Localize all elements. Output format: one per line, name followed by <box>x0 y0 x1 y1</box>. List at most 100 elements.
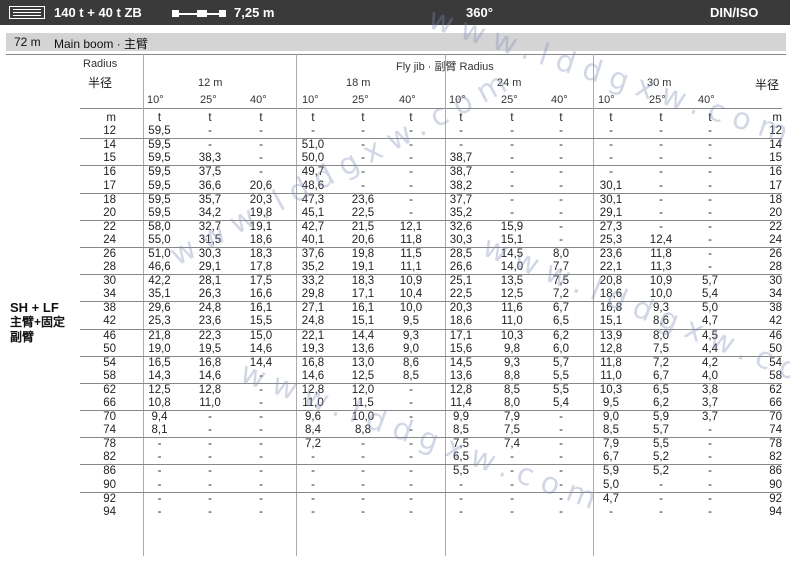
table-cell: 34 <box>103 288 116 301</box>
table-cell: 62 <box>80 382 134 397</box>
table-cell: m <box>772 112 782 125</box>
table-cell: - <box>259 369 263 382</box>
angle-header: 25° <box>352 94 369 106</box>
table-cell: 38,7 <box>435 165 487 180</box>
boom-label: Main boom · 主臂 <box>54 37 149 51</box>
table-cell: - <box>685 464 735 479</box>
table-cell: 42,7 <box>287 219 339 234</box>
table-cell: - <box>537 410 585 425</box>
table-cell: 58 <box>103 369 116 382</box>
table-cell: 9,3 <box>637 301 685 316</box>
table-cell: 12,0 <box>339 382 387 397</box>
table-cell: 10,0 <box>339 410 387 425</box>
radius-label-cn-right: 半径 <box>755 78 780 92</box>
table-cell: - <box>659 505 663 518</box>
table-cell: 12,5 <box>500 288 524 301</box>
table-cell: - <box>559 206 563 219</box>
table-cell: 59,5 <box>148 179 171 192</box>
table-cell: - <box>311 451 315 464</box>
table-cell: 5,5 <box>537 382 585 397</box>
table-cell: - <box>259 424 263 437</box>
table-cell: 10,9 <box>637 274 685 289</box>
table-cell: 12,8 <box>599 342 623 355</box>
table-cell: - <box>685 192 735 207</box>
table-cell: t <box>259 112 263 125</box>
table-cell: 35,2 <box>449 206 473 219</box>
table-cell: 10,8 <box>148 397 171 410</box>
table-cell: 19,8 <box>249 206 273 219</box>
table-cell: 62 <box>735 382 782 397</box>
table-cell: 8,1 <box>151 424 168 437</box>
table-cell: - <box>157 478 162 491</box>
angle-header: 25° <box>649 94 666 106</box>
table-row: 92- - - - - - - - -4,7- -92 <box>80 491 782 506</box>
table-cell: - <box>559 125 563 138</box>
table-cell: - <box>637 138 685 153</box>
table-row: 22 58,0 32,7 19,1 42,7 21,5 12,1 32,6 15,9-27,3-… <box>80 219 782 234</box>
table-cell: - <box>185 437 235 452</box>
table-cell: - <box>685 246 735 262</box>
table-cell: - <box>361 125 365 138</box>
table-cell: 32,7 <box>185 219 235 234</box>
table-cell: 9,4 <box>134 410 185 425</box>
table-cell: 12 <box>103 125 116 138</box>
capacity-label: 140 t + 40 t ZB <box>54 5 142 20</box>
table-cell: 21,5 <box>339 219 387 234</box>
table-cell: - <box>559 451 563 464</box>
table-cell: - <box>235 410 287 425</box>
table-cell: 22,5 <box>449 288 473 301</box>
table-cell: 7,4 <box>487 437 537 452</box>
table-cell: - <box>387 382 435 397</box>
table-cell: 59,5 <box>148 206 171 219</box>
angle-header: 25° <box>501 94 518 106</box>
table-cell: 16,6 <box>249 288 273 301</box>
table-cell: - <box>208 478 212 491</box>
table-cell: 32,6 <box>435 219 487 234</box>
table-cell: 49,7 <box>287 165 339 180</box>
table-cell: 9,3 <box>487 355 537 370</box>
table-cell: 18,6 <box>599 288 623 301</box>
table-cell: - <box>134 491 185 506</box>
table-cell: - <box>708 206 712 219</box>
table-cell: 35,1 <box>148 288 171 301</box>
table-cell: 7,5 <box>504 424 520 437</box>
table-cell: 46 <box>735 328 782 343</box>
table-cell: 22 <box>735 219 782 234</box>
table-cell: 8,6 <box>653 315 669 328</box>
table-cell: - <box>287 464 339 479</box>
table-cell: - <box>685 437 735 452</box>
table-row: 82 - - - - - - 6,5 - - 6,7 5,2 - 82 <box>80 451 782 465</box>
table-cell: 3,8 <box>685 382 735 397</box>
table-cell: 14,5 <box>487 246 537 262</box>
table-cell: 18 <box>80 192 134 207</box>
table-cell: - <box>559 505 563 518</box>
table-cell: 11,0 <box>199 397 221 410</box>
table-cell: 20,3 <box>435 301 487 316</box>
table-cell: 10,3 <box>487 328 537 343</box>
table-cell: 46 <box>80 328 134 343</box>
table-cell: 51,0 <box>287 138 339 153</box>
table-row: 18 59,5 35,7 20,3 47,3 23,6-37,7- -30,1- -18 <box>80 192 782 207</box>
table-cell: 38 <box>80 301 134 316</box>
angle-header: 10° <box>598 94 615 106</box>
table-cell: - <box>235 382 287 397</box>
table-cell: 66 <box>103 397 116 410</box>
table-row: 50 19,0 19,5 14,6 19,3 13,6 9,0 15,6 9,8 6,0 12,8 7… <box>80 343 782 357</box>
table-cell: 47,3 <box>287 192 339 207</box>
table-row: 30 42,2 28,1 17,5 33,2 18,3 10,9 25,1 13,5 7,5 20,… <box>80 274 782 289</box>
table-row: 20 59,5 34,2 19,8 45,1 22,5 - 35,2 - - 29,1 - - 20 <box>80 207 782 221</box>
table-cell: - <box>208 125 212 138</box>
table-cell: 25,3 <box>148 315 171 328</box>
table-cell: - <box>685 165 735 180</box>
table-cell: 16,1 <box>235 301 287 316</box>
table-cell: 16 <box>80 165 134 180</box>
table-cell: 6,7 <box>537 301 585 316</box>
table-cell: 19,1 <box>351 261 375 274</box>
table-cell: 7,2 <box>287 437 339 452</box>
table-cell: 9,0 <box>585 410 637 425</box>
units-row: mttttttttttttm <box>80 112 782 125</box>
table-cell: 14 <box>80 138 134 153</box>
table-cell: 22,3 <box>185 328 235 343</box>
table-cell: 59,5 <box>134 138 185 153</box>
table-cell: 74 <box>769 424 782 437</box>
